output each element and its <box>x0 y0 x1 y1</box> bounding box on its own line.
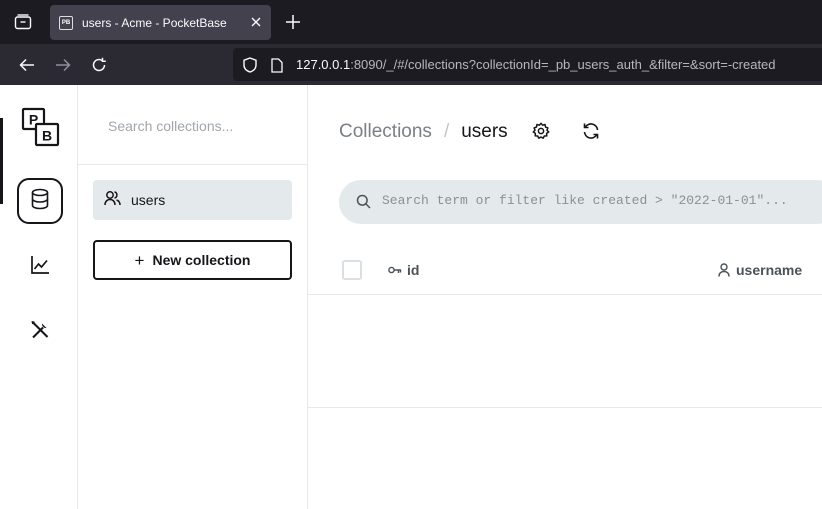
select-all-checkbox[interactable] <box>342 260 362 280</box>
breadcrumb-root[interactable]: Collections <box>339 121 432 143</box>
back-arrow-icon[interactable] <box>15 53 39 77</box>
database-icon <box>30 188 50 215</box>
rail-item-collections[interactable] <box>17 178 63 224</box>
browser-nav-bar: 127.0.0.1:8090/_/#/collections?collectio… <box>0 44 822 85</box>
records-search-input[interactable] <box>382 193 822 208</box>
collection-settings-gear-icon[interactable] <box>530 120 552 142</box>
new-tab-plus-icon[interactable] <box>282 11 304 33</box>
records-table-header: id username <box>308 245 822 295</box>
breadcrumb-separator: / <box>443 121 450 142</box>
tab-list-icon[interactable] <box>10 10 36 34</box>
tools-icon <box>30 320 50 345</box>
users-icon <box>104 190 121 211</box>
tab-title: users - Acme - PocketBase <box>82 15 227 30</box>
collections-sidebar: users + New collection <box>78 85 308 509</box>
logo-letter-b: B <box>42 128 52 144</box>
breadcrumb-current: users <box>461 121 508 142</box>
rail-item-settings[interactable] <box>17 309 63 355</box>
new-collection-button[interactable]: + New collection <box>93 240 292 280</box>
url-bar[interactable]: 127.0.0.1:8090/_/#/collections?collectio… <box>233 48 822 81</box>
refresh-icon[interactable] <box>580 120 602 142</box>
column-header-id[interactable]: id <box>388 262 419 278</box>
app-rail: P B <box>0 85 78 509</box>
column-id-label: id <box>407 262 420 278</box>
search-collections-input[interactable] <box>108 118 288 134</box>
url-text[interactable]: 127.0.0.1:8090/_/#/collections?collectio… <box>296 57 776 72</box>
new-collection-label: New collection <box>152 252 251 268</box>
collection-item-label: users <box>131 192 166 208</box>
search-icon <box>356 194 372 210</box>
plus-icon: + <box>134 250 145 270</box>
shield-icon[interactable] <box>242 57 258 73</box>
records-search-bar <box>339 180 822 224</box>
collection-main-panel: Collections / users id <box>308 85 822 509</box>
browser-tab-active[interactable]: PB users - Acme - PocketBase <box>50 5 271 40</box>
pocketbase-app: P B users <box>0 85 822 509</box>
search-collections-box <box>78 85 307 165</box>
rail-active-indicator <box>0 118 3 204</box>
pocketbase-favicon-icon: PB <box>59 15 73 30</box>
rail-item-logs[interactable] <box>17 244 63 290</box>
collection-item-users[interactable]: users <box>93 180 292 220</box>
user-icon <box>717 263 731 277</box>
forward-arrow-icon[interactable] <box>51 53 75 77</box>
chart-line-icon <box>30 255 50 280</box>
pocketbase-logo-icon[interactable]: P B <box>20 107 60 147</box>
logo-letter-p: P <box>29 112 38 128</box>
page-info-icon[interactable] <box>269 57 285 73</box>
breadcrumb: Collections / users <box>339 121 508 143</box>
column-username-label: username <box>736 262 803 278</box>
key-icon <box>388 263 402 277</box>
browser-tab-strip: PB users - Acme - PocketBase <box>0 0 822 44</box>
close-tab-icon[interactable] <box>249 15 263 29</box>
reload-icon[interactable] <box>87 53 111 77</box>
records-empty-area <box>308 295 822 408</box>
column-header-username[interactable]: username <box>717 262 802 278</box>
